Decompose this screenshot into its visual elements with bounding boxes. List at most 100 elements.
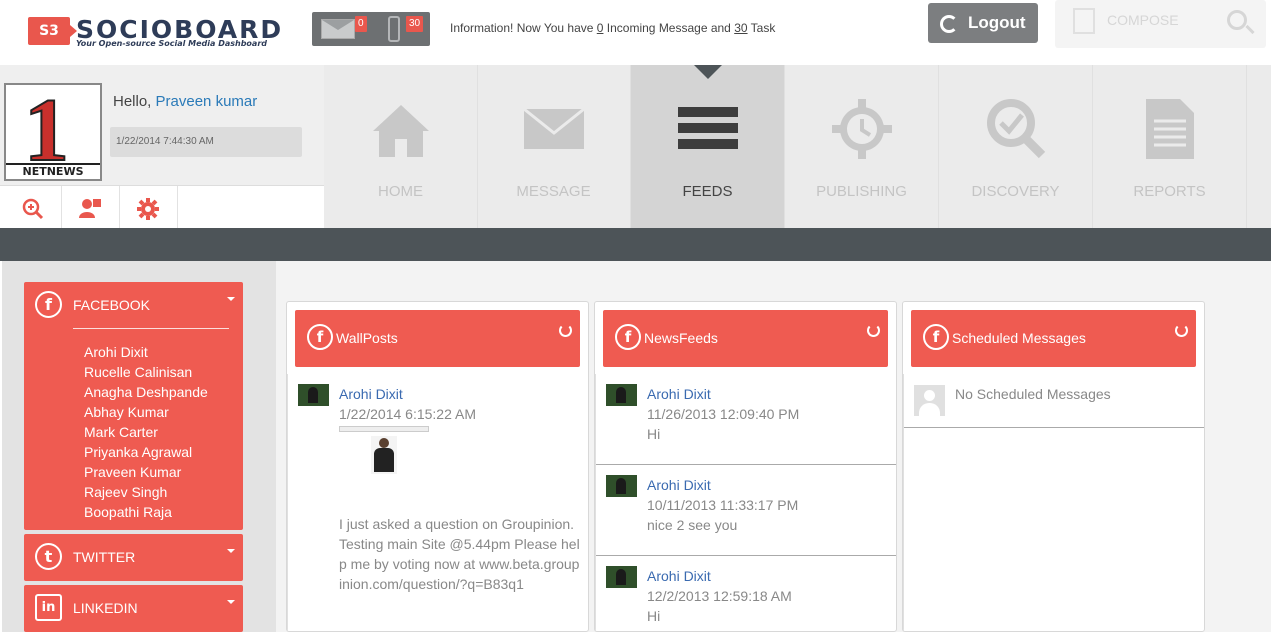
- post-author[interactable]: Arohi Dixit: [647, 384, 889, 404]
- nav-feeds-label: FEEDS: [682, 183, 733, 200]
- chevron-down-icon[interactable]: [227, 549, 235, 553]
- post-author[interactable]: Arohi Dixit: [647, 475, 889, 495]
- post-time: 1/22/2014 6:15:22 AM: [339, 406, 476, 422]
- list-icon: [678, 107, 738, 149]
- facebook-icon: f: [35, 291, 62, 318]
- facebook-account-item[interactable]: Rajeev Singh: [84, 482, 208, 502]
- document-icon: [1146, 99, 1194, 159]
- post-time: 11/26/2013 12:09:40 PM: [647, 406, 800, 422]
- facebook-title: FACEBOOK: [73, 297, 151, 313]
- user-placeholder-icon: [914, 385, 945, 416]
- author-avatar[interactable]: [606, 475, 637, 497]
- post-author[interactable]: Arohi Dixit: [339, 384, 581, 404]
- chevron-down-icon[interactable]: [227, 297, 235, 301]
- top-bar: S3 SOCIOBOARD Your Open-source Social Me…: [0, 0, 1271, 65]
- envelope-icon[interactable]: [321, 19, 355, 39]
- nav-discovery-label: DISCOVERY: [971, 183, 1060, 200]
- post-time: 10/11/2013 11:33:17 PM: [647, 497, 799, 513]
- newsfeeds-header: f NewsFeeds: [603, 310, 888, 367]
- wallposts-panel: f WallPosts Arohi Dixit 1/22/2014 6:15:2…: [286, 301, 589, 632]
- facebook-account-item[interactable]: Mark Carter: [84, 422, 208, 442]
- facebook-account-item[interactable]: Boopathi Raja: [84, 502, 208, 522]
- login-datetime: 1/22/2014 7:44:30 AM: [110, 127, 302, 157]
- task-remote-icon[interactable]: [388, 16, 400, 42]
- post-image-person: [371, 436, 397, 474]
- wallposts-title: WallPosts: [336, 330, 398, 346]
- envelope-icon: [524, 107, 584, 149]
- chevron-down-icon[interactable]: [227, 600, 235, 604]
- nav-publishing[interactable]: PUBLISHING: [785, 65, 939, 228]
- newsfeeds-list: Arohi Dixit 11/26/2013 12:09:40 PM Hi Ar…: [595, 374, 896, 631]
- nav-message[interactable]: MESSAGE: [477, 65, 631, 228]
- sidebar: f FACEBOOK Arohi Dixit Rucelle Calinisan…: [2, 261, 276, 632]
- refresh-icon[interactable]: [1175, 324, 1188, 337]
- home-icon: [373, 105, 429, 157]
- facebook-account-item[interactable]: Abhay Kumar: [84, 402, 208, 422]
- refresh-icon[interactable]: [867, 324, 880, 337]
- author-avatar[interactable]: [298, 384, 329, 406]
- user-profile-button[interactable]: [62, 186, 120, 229]
- compose-label: COMPOSE: [1107, 12, 1179, 28]
- logout-button[interactable]: Logout: [928, 3, 1038, 43]
- post-image-header: [339, 426, 429, 432]
- twitter-accordion[interactable]: t TWITTER: [24, 534, 243, 581]
- author-avatar[interactable]: [606, 384, 637, 406]
- nav-publishing-label: PUBLISHING: [816, 183, 907, 200]
- greeting: Hello, Praveen kumar: [113, 93, 257, 110]
- avatar[interactable]: 1 NETNEWS: [4, 83, 102, 181]
- post-author[interactable]: Arohi Dixit: [647, 566, 889, 586]
- twitter-icon: t: [35, 543, 62, 570]
- compose-bar[interactable]: COMPOSE: [1055, 0, 1266, 48]
- nav-discovery[interactable]: DISCOVERY: [939, 65, 1093, 228]
- post-message: I just asked a question on Groupinion. T…: [339, 516, 580, 592]
- post-image[interactable]: [339, 426, 429, 484]
- list-item: Arohi Dixit 11/26/2013 12:09:40 PM Hi: [596, 374, 896, 465]
- post-message: Hi: [647, 426, 661, 442]
- nav-home-label: HOME: [378, 183, 423, 200]
- facebook-account-item[interactable]: Priyanka Agrawal: [84, 442, 208, 462]
- scheduled-list: No Scheduled Messages: [903, 374, 1204, 631]
- task-count-badge: 30: [406, 16, 424, 32]
- user-name-link[interactable]: Praveen kumar: [156, 93, 258, 110]
- logout-label: Logout: [968, 13, 1026, 32]
- main-nav: HOME MESSAGE FEEDS PUBLISHING DISCOVERY …: [324, 65, 1271, 228]
- magnifier-check-icon: [987, 99, 1046, 159]
- facebook-icon: f: [307, 324, 333, 350]
- facebook-accordion[interactable]: f FACEBOOK Arohi Dixit Rucelle Calinisan…: [24, 282, 243, 530]
- divider: [73, 328, 229, 329]
- info-suffix: Task: [747, 21, 776, 35]
- avatar-logo-caption: NETNEWS: [6, 163, 100, 179]
- facebook-account-item[interactable]: Anagha Deshpande: [84, 382, 208, 402]
- logo-tagline: Your Open-source Social Media Dashboard: [76, 39, 267, 48]
- nav-reports[interactable]: REPORTS: [1093, 65, 1247, 228]
- empty-state: No Scheduled Messages: [904, 374, 1204, 428]
- search-icon[interactable]: [1227, 10, 1247, 30]
- info-prefix: Information! Now You have: [450, 21, 597, 35]
- info-middle: Incoming Message and: [603, 21, 735, 35]
- gear-clock-icon: [832, 99, 892, 159]
- post-time: 12/2/2013 12:59:18 AM: [647, 588, 792, 604]
- add-account-button[interactable]: [4, 186, 62, 229]
- refresh-icon[interactable]: [559, 324, 572, 337]
- wallposts-list: Arohi Dixit 1/22/2014 6:15:22 AM I just …: [287, 374, 588, 631]
- scheduled-header: f Scheduled Messages: [911, 310, 1196, 367]
- info-task-count[interactable]: 30: [734, 21, 747, 35]
- logout-icon: [940, 15, 958, 33]
- nav-message-label: MESSAGE: [516, 183, 591, 200]
- nav-home[interactable]: HOME: [324, 65, 478, 228]
- facebook-account-item[interactable]: Praveen Kumar: [84, 462, 208, 482]
- greeting-text: Hello,: [113, 93, 156, 110]
- info-message: Information! Now You have 0 Incoming Mes…: [450, 21, 775, 35]
- logo[interactable]: S3 SOCIOBOARD Your Open-source Social Me…: [28, 15, 281, 48]
- wallposts-header: f WallPosts: [295, 310, 580, 367]
- facebook-account-item[interactable]: Arohi Dixit: [84, 342, 208, 362]
- nav-feeds[interactable]: FEEDS: [631, 65, 785, 228]
- profile-toolbar: [0, 185, 324, 229]
- linkedin-accordion[interactable]: in LINKEDIN: [24, 585, 243, 632]
- settings-button[interactable]: [120, 186, 178, 229]
- message-count-badge: 0: [355, 16, 367, 32]
- facebook-account-item[interactable]: Rucelle Calinisan: [84, 362, 208, 382]
- scheduled-panel: f Scheduled Messages No Scheduled Messag…: [902, 301, 1205, 632]
- author-avatar[interactable]: [606, 566, 637, 588]
- newsfeeds-title: NewsFeeds: [644, 330, 718, 346]
